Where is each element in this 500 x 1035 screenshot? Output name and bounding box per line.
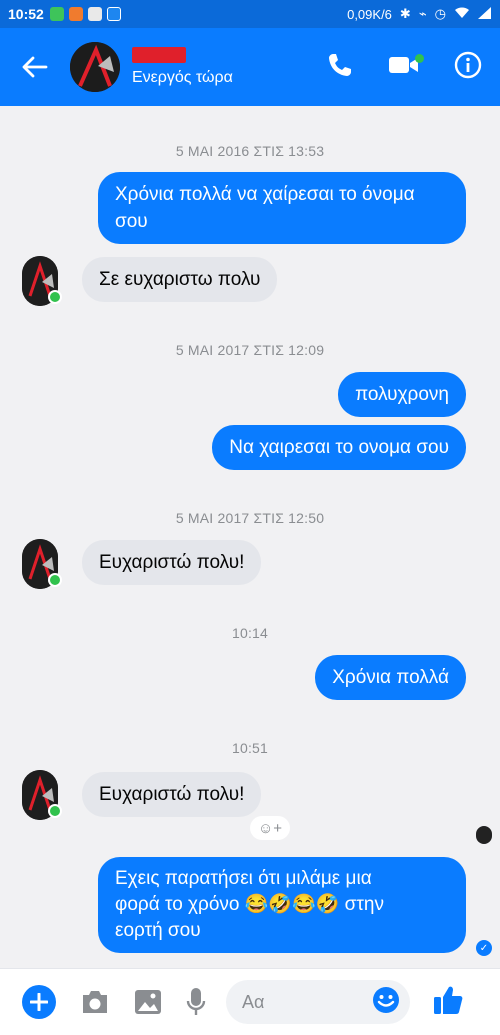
network-speed: 0,09K/6 (347, 6, 392, 22)
vibrate-icon: ⌁ (418, 6, 427, 21)
emoji-icon (373, 986, 399, 1013)
messenger-notification-icon (106, 7, 121, 21)
phone-icon (329, 53, 351, 76)
message-timestamp: 5 ΜΑΙ 2017 ΣΤΙΣ 12:09 (175, 342, 325, 358)
microphone-icon (186, 988, 206, 1015)
message-line: φορά το χρόνο 😂🤣😂🤣 στην (115, 894, 384, 915)
online-indicator (48, 290, 62, 304)
smiley-plus-icon: ☺+ (257, 819, 283, 837)
emoji-button[interactable] (372, 986, 400, 1019)
online-indicator (48, 573, 62, 587)
incoming-message[interactable]: Ευχαριστώ πολυ! (82, 772, 262, 817)
message-timestamp: 5 ΜΑΙ 2017 ΣΤΙΣ 12:50 (175, 510, 325, 526)
camera-button[interactable] (80, 989, 110, 1015)
back-arrow-icon (22, 56, 48, 78)
bluetooth-icon: ✱ (399, 6, 411, 21)
like-button[interactable] (432, 984, 464, 1021)
delivered-check-icon: ✓ (476, 940, 492, 956)
status-bar: 10:52 0,09K/6 ✱ ⌁ ◷ (0, 0, 500, 28)
whatsapp-icon (49, 7, 64, 21)
outgoing-message[interactable]: Χρόνια πολλά να χαίρεσαι το όνομα σου (98, 172, 466, 244)
thumbs-up-icon (434, 986, 463, 1014)
contact-name-redacted[interactable] (132, 47, 186, 63)
outgoing-message[interactable]: Εχεις παρατήσει ότι μιλάμε μια φορά το χ… (98, 857, 466, 953)
sender-avatar[interactable] (22, 256, 62, 306)
video-online-dot (415, 53, 424, 63)
notification-app-icon (87, 7, 102, 21)
contact-avatar[interactable] (70, 42, 120, 92)
message-input-box[interactable] (226, 980, 410, 1024)
back-button[interactable] (0, 56, 70, 78)
sender-avatar[interactable] (22, 539, 62, 589)
message-composer (0, 968, 500, 1035)
alarm-icon: ◷ (434, 6, 446, 21)
message-line: εορτή σου (115, 920, 201, 941)
status-time: 10:52 (8, 6, 44, 22)
gallery-icon (135, 990, 161, 1014)
contact-status: Ενεργός τώρα (132, 69, 233, 86)
notification-app-icon (68, 7, 83, 21)
wifi-icon (454, 6, 470, 22)
message-timestamp: 5 ΜΑΙ 2016 ΣΤΙΣ 13:53 (175, 143, 325, 159)
message-timestamp: 10:14 (231, 625, 269, 641)
add-reaction-button[interactable]: ☺+ (250, 816, 290, 840)
outgoing-message[interactable]: πολυχρονη (338, 372, 466, 417)
voice-message-button[interactable] (186, 987, 206, 1017)
outgoing-message[interactable]: Χρόνια πολλά (315, 655, 466, 700)
voice-call-button[interactable] (326, 51, 354, 84)
camera-icon (83, 991, 107, 1013)
video-call-button[interactable] (388, 53, 424, 81)
gallery-button[interactable] (134, 989, 162, 1015)
signal-icon (478, 6, 492, 22)
more-actions-button[interactable] (22, 985, 56, 1019)
outgoing-message[interactable]: Να χαιρεσαι το ονομα σου (212, 425, 466, 470)
info-icon (454, 51, 482, 78)
incoming-message[interactable]: Ευχαριστώ πολυ! (82, 540, 262, 585)
info-button[interactable] (454, 51, 482, 84)
message-list[interactable]: 5 ΜΑΙ 2016 ΣΤΙΣ 13:53 Χρόνια πολλά να χα… (0, 106, 500, 968)
message-timestamp: 10:51 (231, 740, 269, 756)
plus-icon (30, 993, 48, 1011)
online-indicator (48, 804, 62, 818)
sender-avatar[interactable] (22, 770, 62, 820)
seen-indicator-avatar (476, 826, 492, 844)
conversation-header: Ενεργός τώρα (0, 28, 500, 106)
incoming-message[interactable]: Σε ευχαριστω πολυ (82, 257, 278, 302)
message-input[interactable] (242, 991, 362, 1013)
message-line: Εχεις παρατήσει ότι μιλάμε μια (115, 868, 372, 889)
